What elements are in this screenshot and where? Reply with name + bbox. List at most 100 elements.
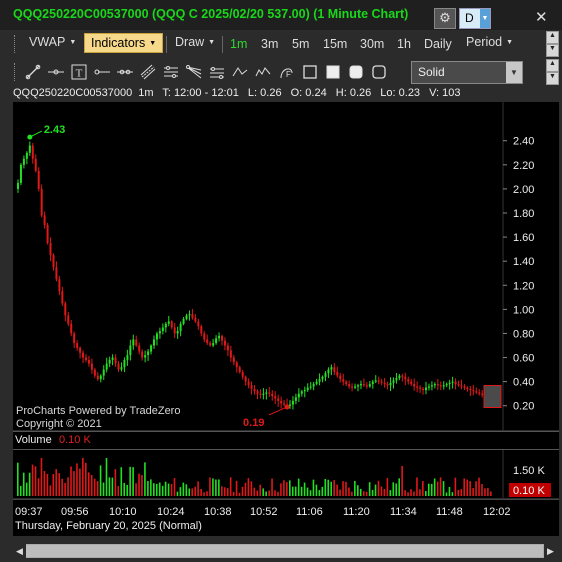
- volume-bar: [354, 480, 356, 496]
- volume-bar: [481, 483, 483, 496]
- low-marker-leader: [268, 406, 288, 416]
- candle-body: [457, 384, 460, 386]
- ellipse-icon[interactable]: [371, 64, 387, 80]
- timeframe-daily[interactable]: Daily: [424, 37, 452, 51]
- fibonacci-fan-icon[interactable]: [186, 64, 202, 80]
- volume-bar: [135, 483, 137, 496]
- candle-body: [150, 345, 153, 352]
- volume-bar: [463, 478, 466, 496]
- wave-icon[interactable]: [232, 64, 248, 80]
- ray-icon[interactable]: [94, 64, 110, 80]
- candle-body: [247, 381, 250, 386]
- filled-rectangle-icon[interactable]: [325, 64, 341, 80]
- candle-body: [173, 327, 176, 334]
- volume-bar: [164, 481, 167, 496]
- volume-bar: [87, 472, 90, 496]
- info-last: L: 0.26: [247, 87, 282, 99]
- rounded-rectangle-icon[interactable]: [348, 64, 364, 80]
- scroll-left-arrow[interactable]: ◀: [13, 544, 26, 558]
- study-dropdown[interactable]: VWAP ▼: [29, 35, 76, 49]
- chevron-down-icon[interactable]: ▼: [506, 62, 522, 83]
- chevron-down-icon: ▼: [69, 39, 77, 46]
- horizontal-scrollbar[interactable]: ◀ ▶: [13, 544, 557, 558]
- volume-bar: [377, 480, 380, 496]
- volume-bar: [389, 490, 392, 496]
- volume-chart[interactable]: 1.50 K 0.10 K: [13, 450, 559, 498]
- candle-body: [40, 188, 43, 216]
- current-price-marker: [483, 385, 502, 408]
- rectangle-icon[interactable]: [302, 64, 318, 80]
- candle-body: [46, 225, 49, 244]
- fibonacci-arc-icon[interactable]: [209, 64, 225, 80]
- fibonacci-retracement-icon[interactable]: [163, 64, 179, 80]
- volume-bar: [31, 464, 34, 496]
- toolbar-grip[interactable]: [14, 63, 18, 81]
- toolbar-scroll-down[interactable]: ▼: [546, 44, 559, 57]
- volume-last: 0.10 K: [59, 434, 91, 446]
- time-label: 10:38: [204, 506, 232, 518]
- volume-bar: [422, 481, 424, 496]
- candle-body: [64, 303, 67, 316]
- cycle-icon[interactable]: [255, 64, 271, 80]
- volume-bar: [407, 492, 409, 496]
- line-tool-icon[interactable]: [25, 64, 41, 80]
- candle-body: [87, 359, 90, 364]
- toolbar-grip[interactable]: [14, 35, 18, 53]
- chevron-down-icon[interactable]: ▼: [480, 9, 490, 28]
- volume-bar: [374, 484, 377, 496]
- candle-body: [374, 380, 377, 382]
- watermark-line-2: Copyright © 2021: [16, 418, 102, 430]
- title-bar: QQQ250220C00537000 (QQQ C 2025/02/20 537…: [0, 0, 562, 30]
- scrollbar-thumb[interactable]: [26, 545, 543, 557]
- volume-bar: [126, 484, 128, 496]
- candle-body: [422, 388, 425, 391]
- close-icon[interactable]: ✕: [535, 8, 548, 26]
- timeframe-3m[interactable]: 3m: [261, 37, 278, 51]
- parallel-channel-icon[interactable]: [140, 64, 156, 80]
- info-low: Lo: 0.23: [380, 87, 421, 99]
- timeframe-1m[interactable]: 1m: [230, 37, 247, 51]
- candle-body: [61, 291, 64, 304]
- horizontal-line-icon[interactable]: [48, 64, 64, 80]
- timeframe-30m[interactable]: 30m: [360, 37, 384, 51]
- volume-bar: [439, 477, 442, 496]
- scroll-right-arrow[interactable]: ▶: [544, 544, 557, 558]
- line-style-dropdown[interactable]: Solid ▼: [411, 61, 523, 84]
- candle-body: [371, 381, 374, 385]
- volume-bar: [297, 478, 300, 496]
- toolbar-scroll-up[interactable]: ▲: [546, 59, 559, 72]
- info-interval: 1m: [138, 87, 154, 99]
- low-marker-label: 0.19: [243, 417, 264, 429]
- volume-bar: [460, 489, 463, 496]
- price-chart[interactable]: 2.40 2.20 2.00 1.80 1.60 1.40 1.20 1.00 0.80 0.60…: [13, 102, 559, 430]
- volume-bar: [315, 484, 318, 496]
- volume-bar: [383, 489, 386, 496]
- text-tool-icon[interactable]: T: [71, 64, 87, 80]
- volume-bar: [232, 491, 235, 496]
- timeframe-5m[interactable]: 5m: [292, 37, 309, 51]
- volume-bar: [158, 482, 161, 496]
- gear-icon[interactable]: ⚙: [434, 8, 456, 29]
- candle-body: [297, 393, 300, 398]
- volume-bar: [327, 479, 330, 496]
- extended-line-icon[interactable]: [117, 64, 133, 80]
- period-dropdown[interactable]: Period ▼: [466, 35, 513, 49]
- draw-dropdown[interactable]: Draw ▼: [175, 35, 215, 49]
- layout-dropdown[interactable]: D ▼: [459, 8, 491, 29]
- period-label: Period: [466, 35, 503, 49]
- svg-text:F: F: [286, 70, 291, 79]
- candle-body: [108, 359, 111, 364]
- timeframe-15m[interactable]: 15m: [323, 37, 347, 51]
- indicators-button[interactable]: Indicators ▼: [84, 33, 164, 53]
- pitchfork-icon[interactable]: F: [278, 64, 294, 80]
- toolbar-scroll-up[interactable]: ▲: [546, 31, 559, 44]
- volume-bar: [241, 486, 244, 496]
- volume-bar: [179, 487, 182, 496]
- time-label: 09:37: [15, 506, 43, 518]
- candle-body: [19, 164, 22, 183]
- timeframe-1h[interactable]: 1h: [397, 37, 411, 51]
- volume-bar: [79, 468, 81, 496]
- layout-label: D: [465, 11, 474, 25]
- candle-body: [321, 376, 324, 380]
- toolbar-scroll-down[interactable]: ▼: [546, 72, 559, 85]
